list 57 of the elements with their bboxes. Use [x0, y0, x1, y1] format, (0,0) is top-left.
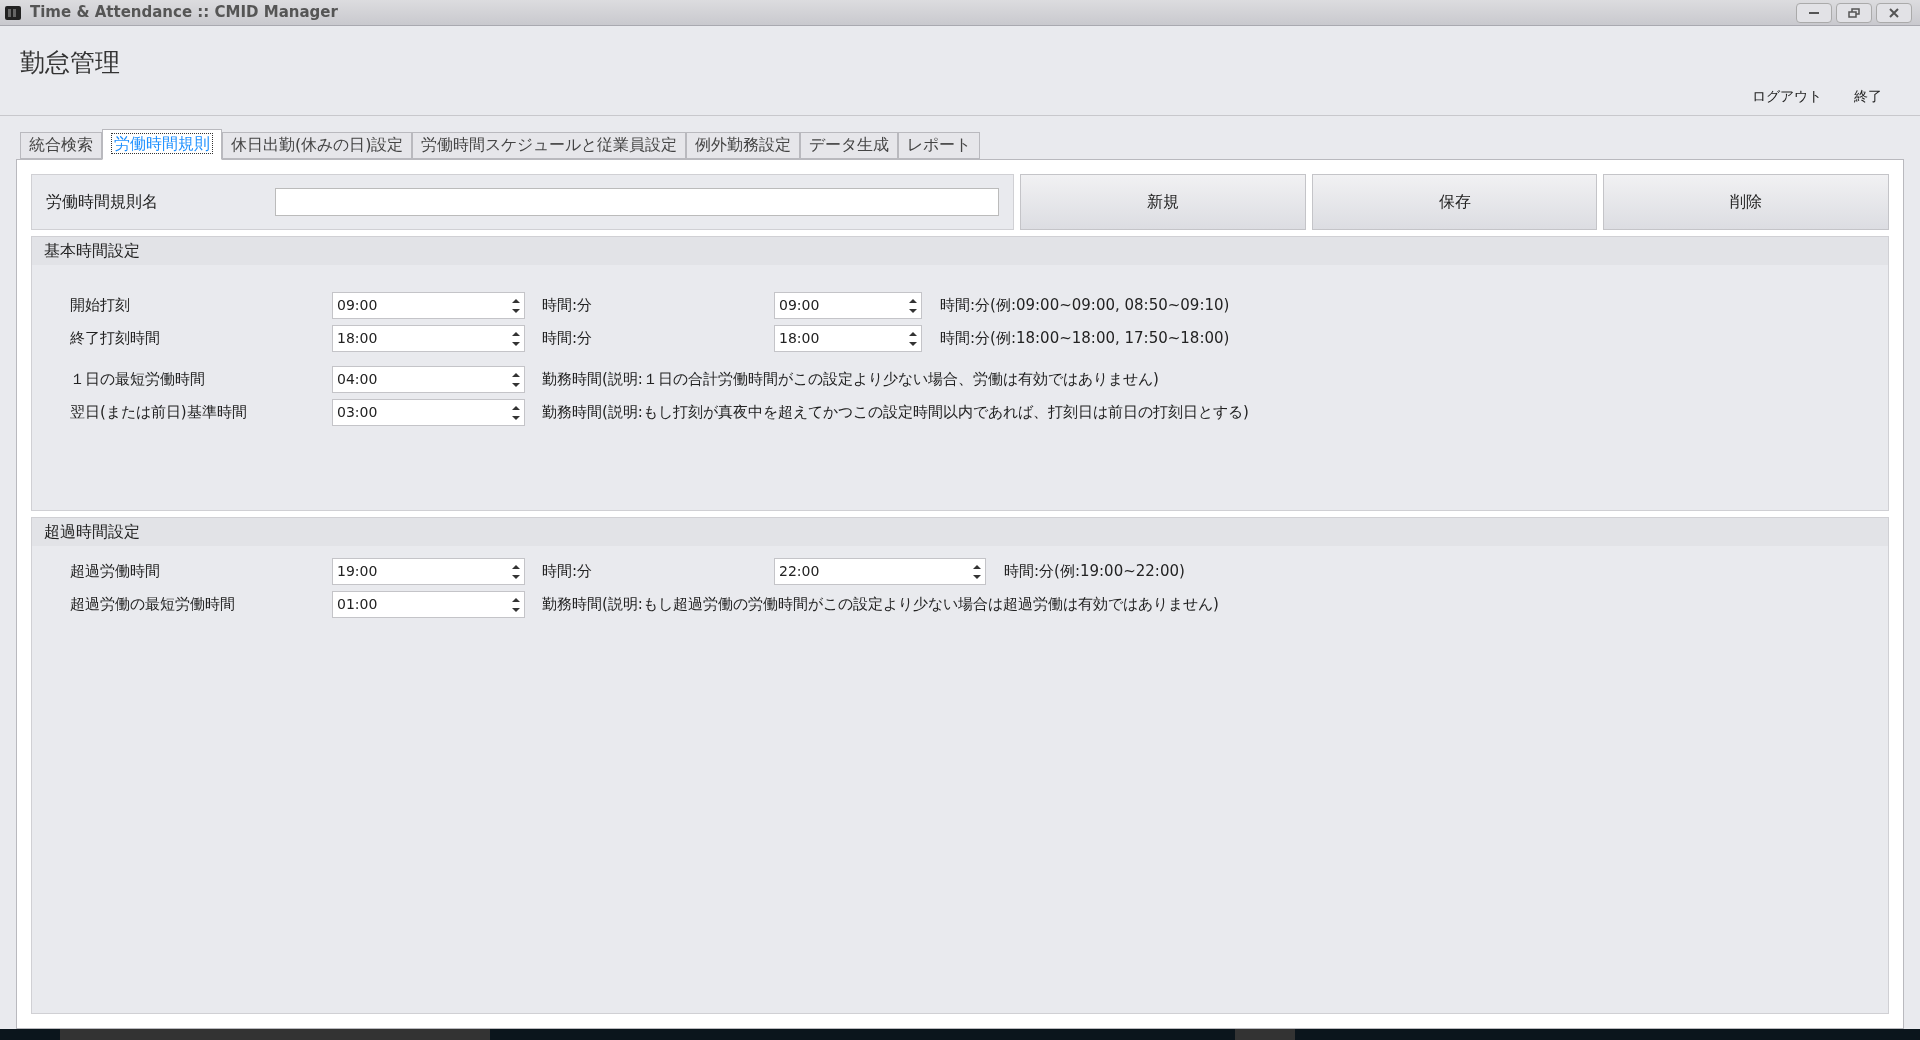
tab[interactable]: 統合検索 — [20, 131, 102, 159]
action-button[interactable]: 保存 — [1311, 173, 1598, 230]
tab[interactable]: 休日出勤(休みの日)設定 — [222, 131, 413, 159]
unit-label: 時間:分 — [542, 295, 594, 317]
field-label: 超過労働の最短労働時間 — [70, 594, 236, 616]
header-link[interactable]: 終了 — [1854, 85, 1882, 107]
close-icon — [1889, 7, 1899, 18]
time-spinner[interactable]: 01:00 — [332, 591, 525, 619]
time-spinner[interactable]: 19:00 — [332, 558, 525, 586]
spin-arrows-icon[interactable] — [512, 596, 520, 613]
spin-arrows-icon[interactable] — [909, 330, 917, 347]
app-icon — [4, 3, 22, 22]
tab[interactable]: 労働時間スケジュールと従業員設定 — [412, 131, 687, 159]
example-note: 時間:分(例:19:00~22:00) — [1004, 561, 1185, 583]
tab[interactable]: 例外勤務設定 — [686, 131, 801, 159]
field-label: 超過労働時間 — [70, 561, 161, 583]
spin-arrows-icon[interactable] — [512, 404, 520, 421]
field-label: １日の最短労働時間 — [70, 369, 206, 391]
field-label: 終了打刻時間 — [70, 328, 161, 350]
group-title: 基本時間設定 — [44, 239, 140, 262]
time-spinner[interactable]: 09:00 — [774, 292, 922, 320]
tab[interactable]: データ生成 — [800, 131, 899, 159]
description-note: 勤務時間(説明:もし打刻が真夜中を超えてかつこの設定時間以内であれば、打刻日は前日の打刻日とする) — [542, 402, 1249, 424]
spin-arrows-icon[interactable] — [512, 330, 520, 347]
tab[interactable]: レポート — [898, 131, 981, 159]
restore-icon — [1848, 7, 1860, 18]
example-note: 時間:分(例:09:00~09:00, 08:50~09:10) — [940, 295, 1230, 317]
time-spinner[interactable]: 09:00 — [332, 292, 525, 320]
field-label: 開始打刻 — [70, 295, 131, 317]
page-title: 勤怠管理 — [20, 47, 120, 80]
spin-arrows-icon[interactable] — [512, 563, 520, 580]
minimize-icon — [1809, 11, 1819, 15]
time-spinner[interactable]: 22:00 — [774, 558, 986, 586]
field-label: 翌日(または前日)基準時間 — [70, 402, 248, 424]
minimize-button[interactable] — [1796, 2, 1832, 23]
action-button[interactable]: 新規 — [1020, 173, 1306, 230]
rule-name-input[interactable] — [275, 187, 999, 216]
example-note: 時間:分(例:18:00~18:00, 17:50~18:00) — [940, 328, 1230, 350]
description-note: 勤務時間(説明:もし超過労働の労働時間がこの設定より少ない場合は超過労働は有効ではありません) — [542, 594, 1219, 616]
time-spinner[interactable]: 18:00 — [774, 325, 922, 353]
field-label: 労働時間規則名 — [46, 190, 159, 213]
description-note: 勤務時間(説明:１日の合計労働時間がこの設定より少ない場合、労働は有効ではありません) — [542, 369, 1159, 391]
close-button[interactable] — [1876, 2, 1912, 23]
spin-arrows-icon[interactable] — [973, 563, 981, 580]
header-link[interactable]: ログアウト — [1752, 85, 1822, 107]
time-spinner[interactable]: 04:00 — [332, 366, 525, 394]
time-spinner[interactable]: 03:00 — [332, 399, 525, 427]
group-title: 超過時間設定 — [44, 520, 140, 543]
spin-arrows-icon[interactable] — [909, 297, 917, 314]
unit-label: 時間:分 — [542, 561, 594, 583]
unit-label: 時間:分 — [542, 328, 594, 350]
action-button[interactable]: 削除 — [1603, 173, 1889, 230]
spin-arrows-icon[interactable] — [512, 371, 520, 388]
restore-button[interactable] — [1836, 2, 1872, 23]
time-spinner[interactable]: 18:00 — [332, 325, 525, 353]
spin-arrows-icon[interactable] — [512, 297, 520, 314]
window-title: Time & Attendance :: CMID Manager — [30, 2, 338, 24]
